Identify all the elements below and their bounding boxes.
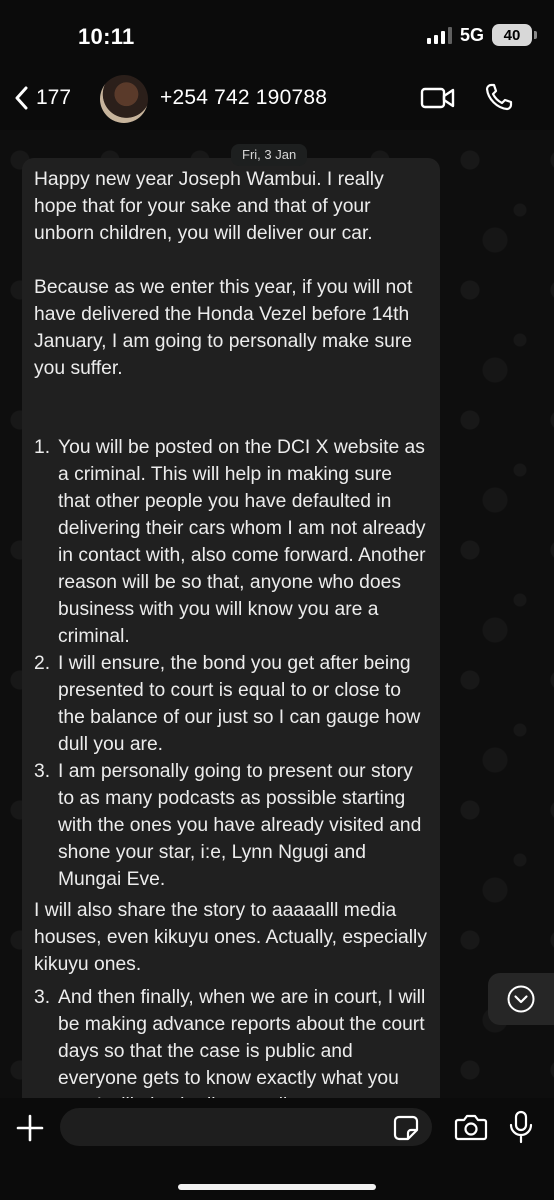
status-time: 10:11	[78, 24, 135, 49]
sticker-icon[interactable]	[393, 1115, 419, 1141]
list-number: 1.	[34, 437, 51, 458]
date-separator: Fri, 3 Jan	[231, 144, 308, 166]
status-indicators: 5G 40	[426, 24, 537, 46]
microphone-icon[interactable]	[508, 1110, 534, 1144]
list-text: I am personally going to present our sto…	[58, 761, 422, 890]
back-button[interactable]: 177	[14, 80, 71, 116]
list-item: 2. I will ensure, the bond you get after…	[34, 650, 428, 758]
video-call-icon[interactable]	[420, 86, 456, 110]
list-text: I will ensure, the bond you get after be…	[58, 653, 421, 755]
chat-header: 177 +254 742 190788	[0, 70, 554, 130]
composer	[0, 1098, 554, 1200]
list-text: And then finally, when we are in court, …	[58, 987, 426, 1098]
list-text: You will be posted on the DCI X website …	[58, 437, 426, 647]
plus-icon[interactable]	[14, 1112, 46, 1144]
battery-icon: 40	[492, 24, 537, 46]
message-paragraph: I will also share the story to aaaaalll …	[34, 900, 427, 975]
list-number: 3.	[34, 987, 51, 1008]
message-bubble[interactable]: Happy new year Joseph Wambui. I really h…	[22, 158, 440, 1098]
battery-level: 40	[503, 26, 521, 44]
list-number: 2.	[34, 653, 51, 674]
list-item: 1. You will be posted on the DCI X websi…	[34, 434, 428, 650]
list-number: 3.	[34, 761, 51, 782]
list-item: 3. I am personally going to present our …	[34, 758, 428, 893]
chevron-left-icon	[15, 86, 28, 110]
message-paragraph: Because as we enter this year, if you wi…	[34, 277, 413, 379]
unread-count: 177	[36, 86, 72, 109]
scroll-to-bottom-button[interactable]	[488, 973, 554, 1025]
chevron-down-circle-icon	[507, 985, 535, 1013]
status-bar: 10:11 5G 40	[0, 0, 554, 70]
camera-icon[interactable]	[454, 1113, 488, 1141]
signal-icon	[426, 26, 452, 44]
contact-name[interactable]: +254 742 190788	[160, 86, 327, 110]
message-paragraph: Happy new year Joseph Wambui. I really h…	[34, 169, 384, 244]
chat-area[interactable]: Happy new year Joseph Wambui. I really h…	[0, 130, 554, 1098]
home-indicator[interactable]	[178, 1184, 376, 1190]
avatar[interactable]	[100, 75, 148, 123]
phone-icon[interactable]	[484, 82, 514, 112]
message-input[interactable]	[60, 1108, 432, 1146]
network-type: 5G	[459, 24, 484, 45]
list-item: 3. And then finally, when we are in cour…	[34, 984, 428, 1098]
